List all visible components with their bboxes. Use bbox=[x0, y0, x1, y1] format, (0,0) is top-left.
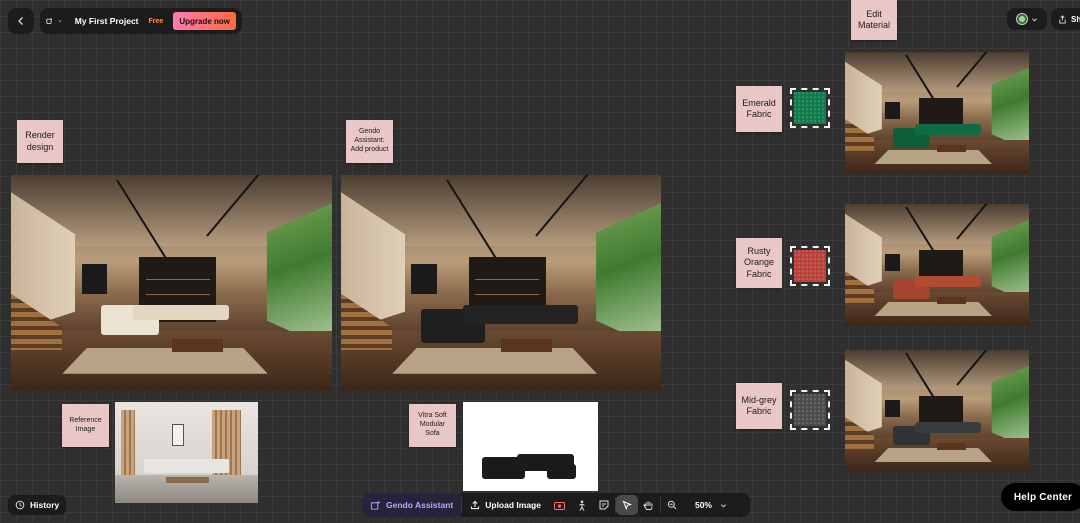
sticky-note-tool[interactable] bbox=[593, 493, 615, 517]
sofa bbox=[914, 421, 982, 433]
history-label: History bbox=[30, 500, 60, 510]
sofa bbox=[914, 123, 982, 135]
back-button[interactable] bbox=[8, 8, 34, 34]
note-rusty-orange-fabric[interactable]: Rusty Orange Fabric bbox=[736, 238, 782, 288]
zoom-value: 50% bbox=[694, 500, 712, 510]
rusty-orange-render-image[interactable] bbox=[845, 204, 1029, 326]
tv bbox=[885, 400, 901, 418]
coffee-table bbox=[937, 442, 967, 451]
emerald-swatch[interactable] bbox=[790, 88, 830, 128]
note-emerald-fabric[interactable]: Emerald Fabric bbox=[736, 86, 782, 132]
sofa-module bbox=[546, 464, 577, 479]
wall-art bbox=[172, 424, 184, 447]
note-render-design[interactable]: Render design bbox=[17, 120, 63, 163]
coffee-table bbox=[937, 144, 967, 153]
sparkle-icon bbox=[370, 499, 381, 510]
gendo-assistant-label: Gendo Assistant bbox=[386, 500, 454, 510]
select-tool[interactable] bbox=[615, 495, 638, 515]
share-label: Sh bbox=[1071, 14, 1080, 24]
tv bbox=[411, 263, 437, 294]
chevron-left-icon bbox=[18, 17, 23, 25]
sofa bbox=[462, 304, 578, 325]
history-icon bbox=[15, 500, 25, 510]
coffee-table bbox=[501, 339, 553, 353]
upload-image-button[interactable]: Upload Image bbox=[462, 493, 549, 517]
sofa bbox=[132, 304, 230, 320]
upload-icon bbox=[471, 500, 480, 510]
zoom-tool[interactable] bbox=[661, 493, 683, 517]
midgrey-swatch[interactable] bbox=[790, 390, 830, 430]
shelf bbox=[145, 278, 210, 281]
render-design-image[interactable] bbox=[11, 175, 332, 391]
camera-tool[interactable] bbox=[549, 493, 571, 517]
coffee-table bbox=[171, 339, 223, 353]
chevron-down-icon[interactable] bbox=[58, 17, 63, 25]
upgrade-button[interactable]: Upgrade now bbox=[173, 12, 236, 30]
swatch-fill bbox=[794, 394, 826, 426]
sofa bbox=[914, 275, 982, 287]
wood-panel bbox=[120, 410, 136, 475]
tv bbox=[885, 254, 901, 272]
gendo-assistant-button[interactable]: Gendo Assistant bbox=[362, 493, 462, 517]
reference-image[interactable] bbox=[115, 402, 258, 503]
rug bbox=[874, 447, 993, 463]
zoom-icon bbox=[667, 500, 677, 510]
hand-icon bbox=[644, 501, 653, 510]
midgrey-render-image[interactable] bbox=[845, 350, 1029, 472]
person-tool[interactable] bbox=[571, 493, 593, 517]
plan-badge: Free bbox=[148, 17, 164, 25]
note-gendo-add-product[interactable]: Gendo Assistant: Add product bbox=[346, 120, 393, 163]
vitra-sofa-image[interactable] bbox=[463, 402, 598, 491]
note-midgrey-fabric[interactable]: Mid-grey Fabric bbox=[736, 383, 782, 429]
tv bbox=[885, 102, 901, 120]
rug bbox=[874, 149, 993, 165]
hand-tool[interactable] bbox=[638, 493, 660, 517]
project-bar: My First Project Free Upgrade now bbox=[40, 8, 242, 34]
user-menu[interactable] bbox=[1007, 8, 1047, 30]
canvas-toolbar: Gendo Assistant Upload Image 50% bbox=[362, 493, 750, 517]
coffee-table bbox=[937, 296, 967, 305]
sticky-note-icon bbox=[599, 500, 609, 510]
shelf bbox=[475, 278, 540, 281]
upload-image-label: Upload Image bbox=[485, 500, 541, 510]
add-product-image[interactable] bbox=[341, 175, 661, 391]
help-center-button[interactable]: Help Center bbox=[1001, 483, 1080, 511]
chevron-down-icon bbox=[1031, 17, 1038, 21]
rug bbox=[62, 347, 268, 374]
note-vitra-sofa[interactable]: Vitra Soft Modular Sofa bbox=[409, 404, 456, 447]
chevron-down-icon bbox=[720, 503, 727, 507]
sofa bbox=[143, 458, 230, 473]
swatch-fill bbox=[794, 250, 826, 282]
note-edit-material[interactable]: Edit Material bbox=[851, 0, 897, 40]
zoom-level-select[interactable]: 50% bbox=[683, 493, 735, 517]
share-icon bbox=[1059, 14, 1066, 24]
share-button[interactable]: Sh bbox=[1051, 8, 1080, 30]
coffee-table bbox=[166, 476, 210, 483]
gendo-logo-icon bbox=[46, 18, 52, 24]
camera-icon bbox=[554, 501, 566, 510]
cursor-icon bbox=[622, 500, 632, 510]
rug bbox=[874, 301, 993, 317]
history-button[interactable]: History bbox=[8, 495, 66, 515]
shelf bbox=[475, 293, 540, 296]
avatar bbox=[1016, 13, 1028, 25]
person-icon bbox=[579, 500, 585, 511]
rusty-orange-swatch[interactable] bbox=[790, 246, 830, 286]
note-reference-image[interactable]: Reference Image bbox=[62, 404, 109, 447]
emerald-render-image[interactable] bbox=[845, 52, 1029, 174]
swatch-fill bbox=[794, 92, 826, 124]
shelf bbox=[145, 293, 210, 296]
project-title[interactable]: My First Project bbox=[75, 16, 139, 26]
rug bbox=[392, 347, 597, 374]
tv bbox=[81, 263, 108, 294]
